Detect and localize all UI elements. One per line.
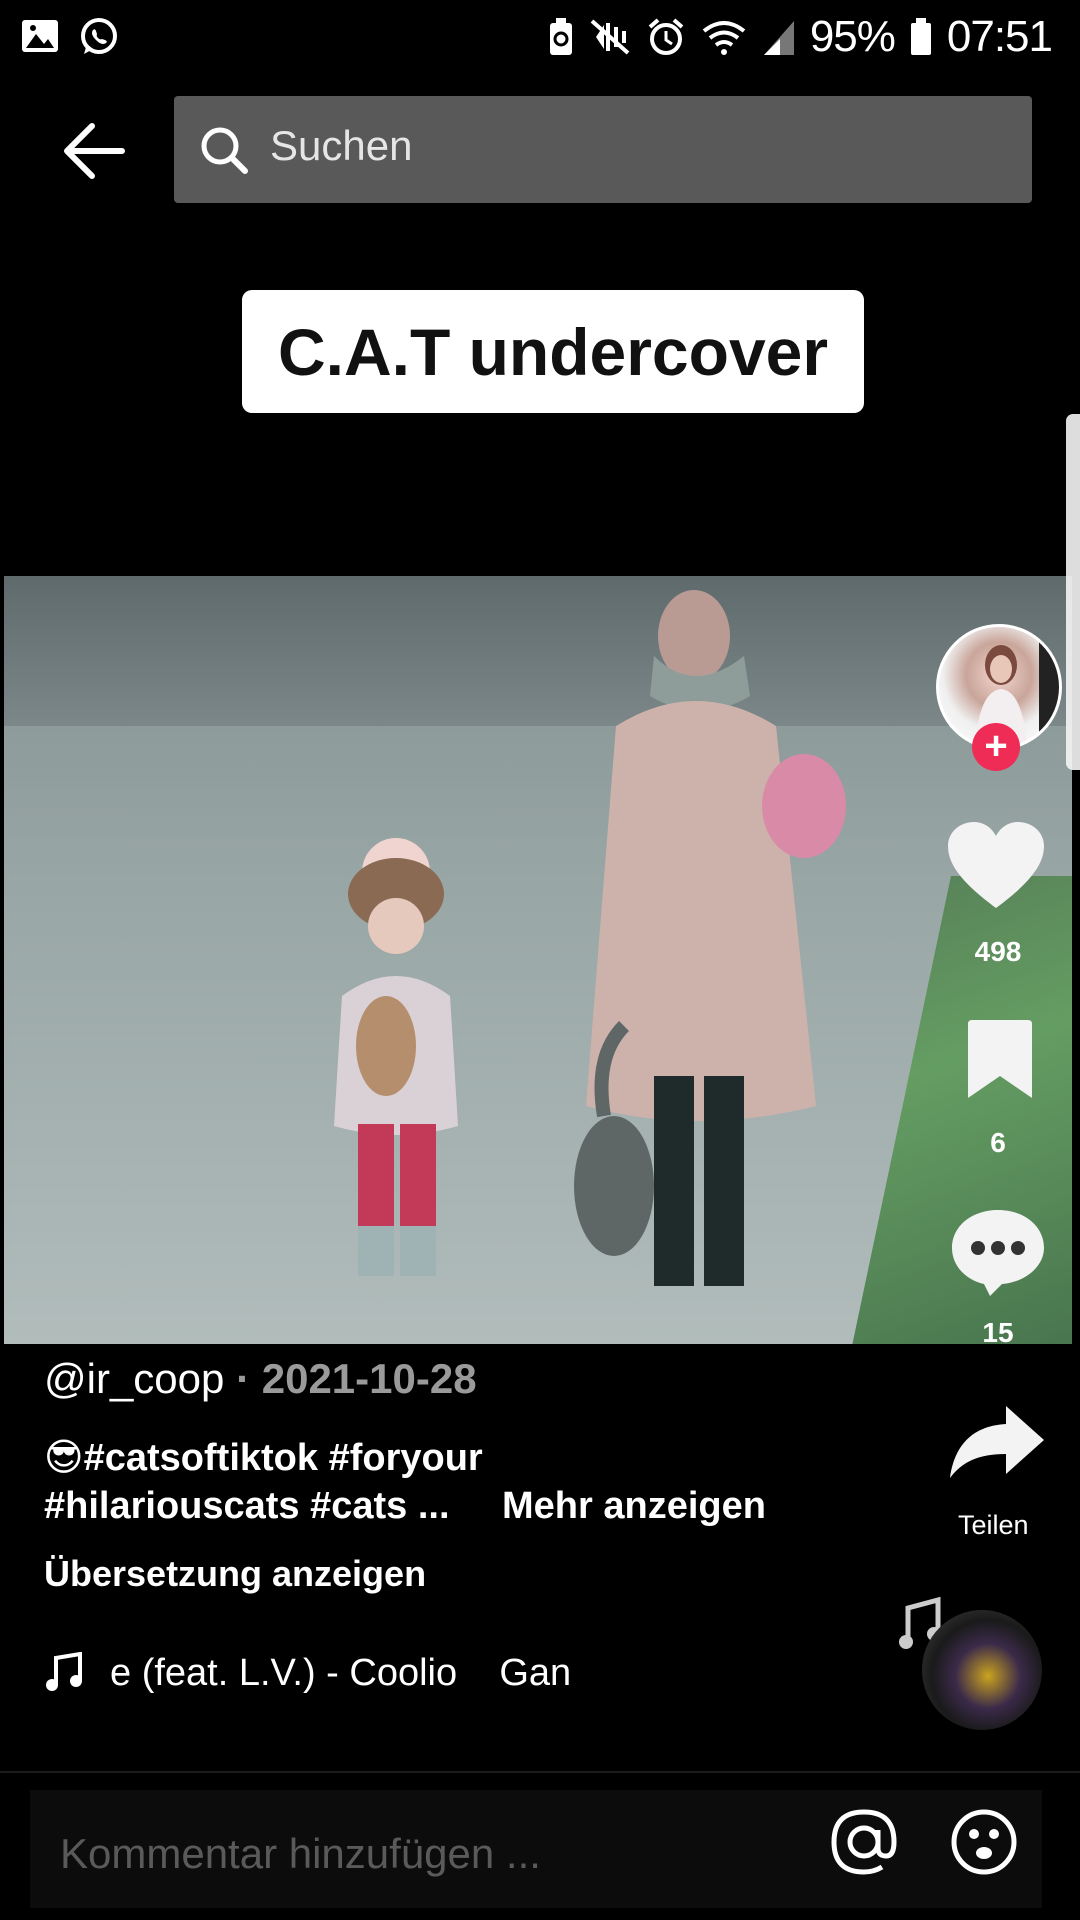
music-icon bbox=[46, 1652, 82, 1691]
share-label: Teilen bbox=[958, 1510, 1029, 1540]
video-player[interactable] bbox=[4, 576, 1072, 1344]
signal-icon bbox=[763, 21, 794, 55]
search-icon bbox=[201, 127, 248, 174]
music-disc[interactable] bbox=[922, 1610, 1042, 1730]
save-count: 6 bbox=[990, 1127, 1006, 1158]
heart-icon[interactable] bbox=[948, 822, 1044, 912]
comment-icon[interactable] bbox=[950, 1206, 1046, 1296]
wifi-icon bbox=[702, 21, 746, 55]
separator-dot: · bbox=[236, 1355, 251, 1402]
gallery-icon bbox=[22, 20, 58, 52]
clock: 07:51 bbox=[946, 12, 1053, 61]
emoji-icon[interactable] bbox=[950, 1808, 1018, 1876]
share-icon[interactable] bbox=[948, 1404, 1046, 1480]
video-scene-figures bbox=[334, 590, 846, 1286]
follow-button[interactable]: + bbox=[972, 723, 1020, 771]
whatsapp-icon bbox=[81, 18, 117, 54]
post-author-line: @ir_coop · 2021-10-28 bbox=[44, 1355, 477, 1403]
comment-input[interactable]: Kommentar hinzufügen ... bbox=[60, 1830, 541, 1878]
divider bbox=[0, 1771, 1080, 1773]
alarm-icon bbox=[648, 18, 684, 55]
show-more-link[interactable]: Mehr anzeigen bbox=[502, 1485, 766, 1528]
search-placeholder: Suchen bbox=[270, 122, 413, 169]
mute-icon bbox=[590, 19, 630, 55]
description-line-2[interactable]: #hilariouscats #cats ... bbox=[44, 1485, 450, 1528]
username[interactable]: @ir_coop bbox=[44, 1355, 224, 1402]
back-arrow-icon[interactable] bbox=[58, 116, 128, 186]
description-line-1[interactable]: 😎#catsoftiktok #foryour bbox=[44, 1435, 483, 1480]
like-count: 498 bbox=[974, 936, 1022, 967]
music-title[interactable]: e (feat. L.V.) - Coolio Gan bbox=[110, 1652, 571, 1695]
scroll-handle[interactable] bbox=[1066, 414, 1080, 770]
battery-icon bbox=[910, 18, 931, 55]
post-date: 2021-10-28 bbox=[261, 1355, 477, 1402]
mention-icon[interactable] bbox=[830, 1808, 898, 1876]
search-input[interactable]: Suchen bbox=[174, 96, 1032, 203]
battery-saver-icon bbox=[549, 18, 572, 55]
battery-percent: 95% bbox=[809, 12, 896, 61]
comment-count: 15 bbox=[982, 1317, 1014, 1348]
translate-link[interactable]: Übersetzung anzeigen bbox=[44, 1553, 426, 1595]
status-bar: 95% 07:51 bbox=[0, 0, 1080, 78]
video-caption: C.A.T undercover bbox=[242, 290, 864, 413]
bookmark-icon[interactable] bbox=[964, 1018, 1036, 1100]
